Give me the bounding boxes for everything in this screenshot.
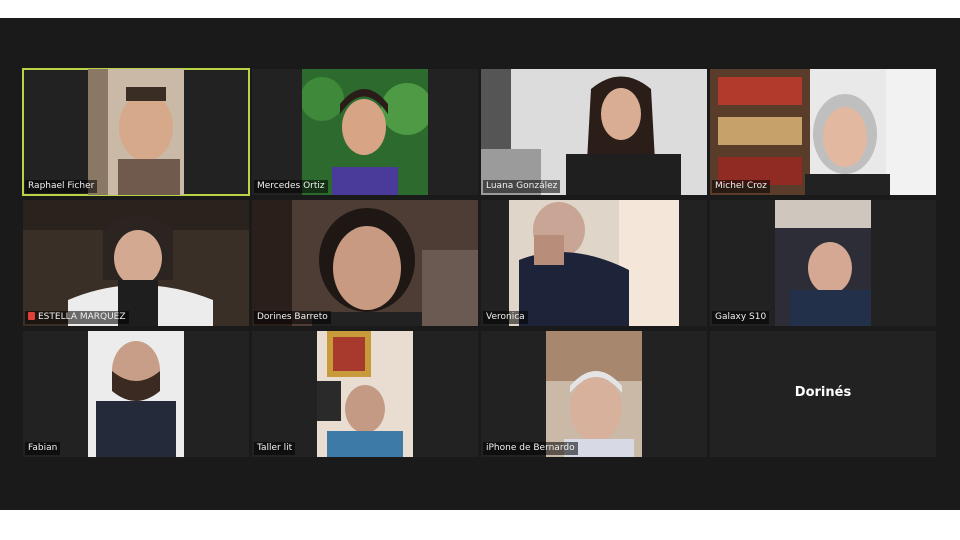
mic-muted-icon bbox=[28, 312, 35, 320]
video-feed bbox=[317, 331, 413, 457]
participant-tile-michel[interactable]: Michel Croz bbox=[710, 69, 936, 195]
participant-name: Michel Croz bbox=[712, 180, 770, 193]
video-feed bbox=[302, 69, 428, 195]
video-feed bbox=[252, 200, 478, 326]
participant-name: Dorines Barreto bbox=[254, 311, 331, 324]
participant-tile-dorines-barreto[interactable]: Dorines Barreto bbox=[252, 200, 478, 326]
participant-tile-estella[interactable]: ESTELLA MARQUEZ bbox=[23, 200, 249, 326]
participant-tile-bernardo[interactable]: iPhone de Bernardo bbox=[481, 331, 707, 457]
participant-name: Raphael Ficher bbox=[25, 180, 98, 193]
participant-name: Mercedes Ortiz bbox=[254, 180, 328, 193]
participant-name: Galaxy S10 bbox=[712, 311, 770, 324]
participant-name: ESTELLA MARQUEZ bbox=[25, 311, 129, 324]
video-feed bbox=[710, 69, 936, 195]
participant-display-name: Dorinés bbox=[794, 385, 852, 400]
participant-name: Fabian bbox=[25, 442, 61, 455]
participant-name: Veronica bbox=[483, 311, 528, 324]
participant-tile-dorines[interactable]: Dorinés bbox=[710, 331, 936, 457]
participant-tile-fabian[interactable]: Fabian bbox=[23, 331, 249, 457]
gallery-view: Raphael Ficher Mercedes Ortiz Luana Gonz… bbox=[0, 18, 960, 510]
video-feed bbox=[509, 200, 679, 326]
video-feed bbox=[88, 69, 184, 195]
participant-name: iPhone de Bernardo bbox=[483, 442, 578, 455]
participant-tile-raphael[interactable]: Raphael Ficher bbox=[22, 68, 250, 196]
video-feed bbox=[88, 331, 184, 457]
participant-name: Taller lit bbox=[254, 442, 296, 455]
participant-name: Luana González bbox=[483, 180, 561, 193]
video-feed bbox=[546, 331, 642, 457]
participant-tile-mercedes[interactable]: Mercedes Ortiz bbox=[252, 69, 478, 195]
video-feed bbox=[23, 200, 249, 326]
participant-tile-veronica[interactable]: Veronica bbox=[481, 200, 707, 326]
video-feed bbox=[775, 200, 871, 326]
participant-tile-taller[interactable]: Taller lit bbox=[252, 331, 478, 457]
participant-tile-luana[interactable]: Luana González bbox=[481, 69, 707, 195]
video-feed bbox=[481, 69, 707, 195]
participant-tile-galaxy[interactable]: Galaxy S10 bbox=[710, 200, 936, 326]
